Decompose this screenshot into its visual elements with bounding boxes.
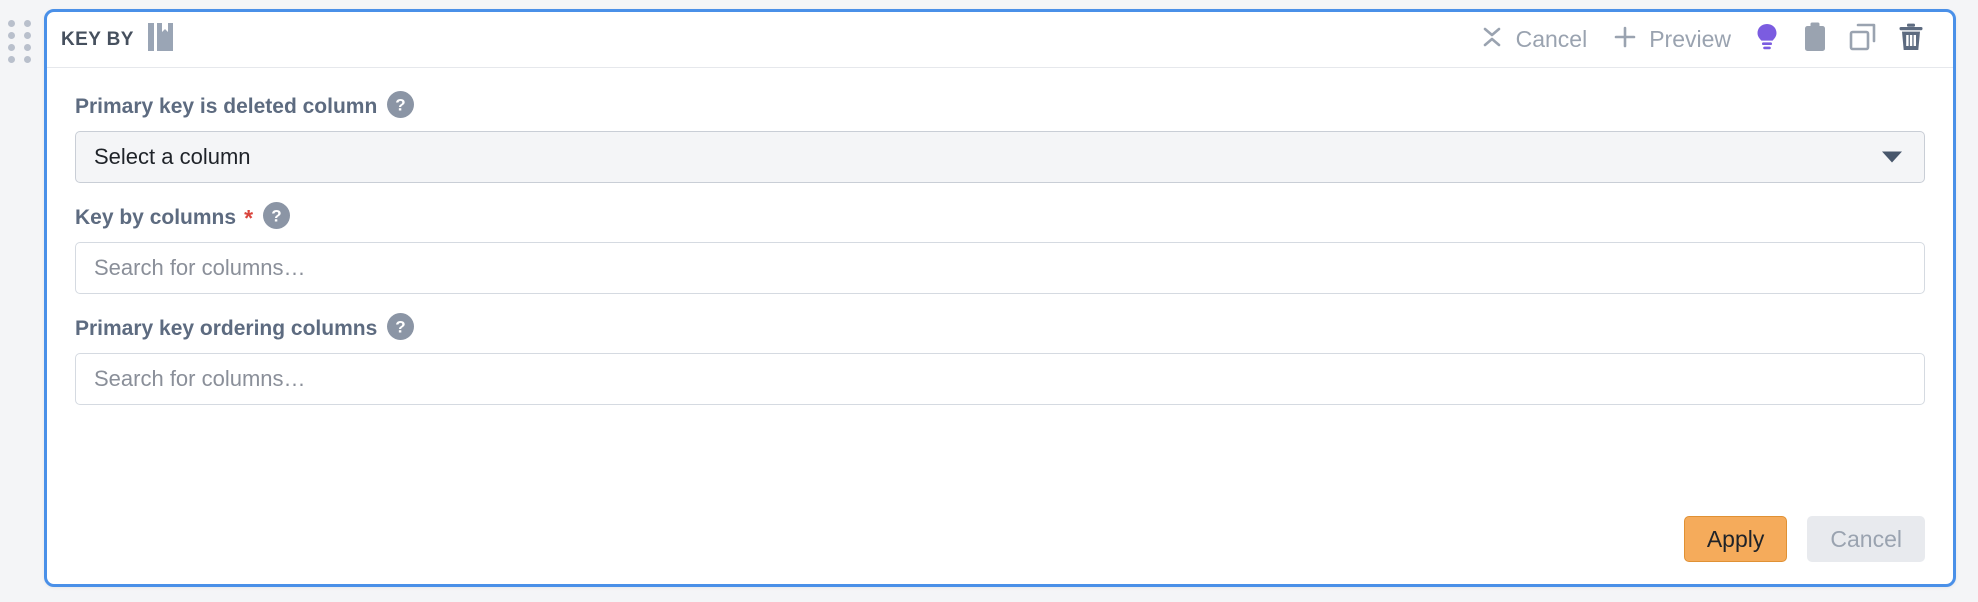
clipboard-button[interactable]	[1791, 18, 1839, 62]
header-preview-label: Preview	[1649, 26, 1731, 52]
svg-text:?: ?	[396, 96, 406, 115]
duplicate-button[interactable]	[1839, 18, 1887, 62]
card-header-actions: Cancel Preview	[1466, 18, 1935, 62]
field-primary-key-is-deleted-column: Primary key is deleted column ? Select a…	[75, 91, 1925, 183]
apply-button[interactable]: Apply	[1683, 516, 1788, 562]
drag-dot	[8, 32, 15, 39]
input-placeholder: Search for columns…	[94, 255, 306, 280]
chevron-down-icon	[1882, 151, 1902, 163]
field-primary-key-ordering-columns: Primary key ordering columns ? Search fo…	[75, 313, 1925, 405]
drag-dot	[8, 20, 15, 27]
drag-dot	[24, 56, 31, 63]
help-circle-icon[interactable]: ?	[387, 313, 415, 345]
field-key-by-columns: Key by columns * ? Search for columns…	[75, 202, 1925, 294]
input-placeholder: Search for columns…	[94, 366, 306, 391]
svg-text:?: ?	[271, 207, 281, 226]
book-icon	[147, 22, 174, 57]
card-body: Primary key is deleted column ? Select a…	[47, 68, 1953, 405]
header-preview-action[interactable]: Preview	[1599, 19, 1743, 60]
field-label-row: Primary key ordering columns ?	[75, 313, 1925, 345]
primary-key-ordering-columns-input[interactable]: Search for columns…	[75, 353, 1925, 405]
collapse-icon	[1478, 23, 1506, 56]
trash-icon	[1897, 22, 1925, 57]
field-label: Primary key ordering columns	[75, 317, 378, 340]
key-by-columns-input[interactable]: Search for columns…	[75, 242, 1925, 294]
delete-button[interactable]	[1887, 18, 1935, 62]
field-label: Key by columns	[75, 206, 237, 229]
primary-key-is-deleted-column-select[interactable]: Select a column	[75, 131, 1925, 183]
plus-icon	[1611, 23, 1639, 56]
page-root: KEY BY Cancel Preview Primary key is del…	[0, 0, 1978, 602]
field-label: Primary key is deleted column	[75, 95, 378, 118]
clipboard-icon	[1802, 22, 1828, 57]
drag-dot	[24, 32, 31, 39]
page-title: KEY BY	[61, 28, 134, 50]
svg-text:?: ?	[396, 318, 406, 337]
field-label-row: Key by columns * ?	[75, 202, 1925, 234]
help-circle-icon[interactable]: ?	[263, 202, 291, 234]
select-value: Select a column	[94, 144, 251, 169]
card-header: KEY BY Cancel Preview	[47, 12, 1953, 68]
drag-dot	[24, 20, 31, 27]
cancel-button[interactable]: Cancel	[1807, 516, 1925, 562]
header-cancel-label: Cancel	[1515, 26, 1588, 52]
drag-dot	[24, 44, 31, 51]
drag-dot	[8, 44, 15, 51]
duplicate-icon	[1848, 22, 1878, 57]
key-by-transform-card: KEY BY Cancel Preview Primary key is del…	[44, 9, 1956, 587]
card-footer: Apply Cancel	[1683, 516, 1925, 562]
field-label-row: Primary key is deleted column ?	[75, 91, 1925, 123]
header-cancel-action[interactable]: Cancel	[1466, 19, 1600, 60]
help-circle-icon[interactable]: ?	[387, 91, 415, 123]
hint-button[interactable]	[1743, 18, 1791, 62]
card-header-left: KEY BY	[61, 22, 174, 57]
drag-handle-dots-icon[interactable]	[8, 20, 36, 63]
required-asterisk: *	[244, 204, 254, 231]
drag-dot	[8, 56, 15, 63]
lightbulb-icon	[1753, 22, 1781, 57]
